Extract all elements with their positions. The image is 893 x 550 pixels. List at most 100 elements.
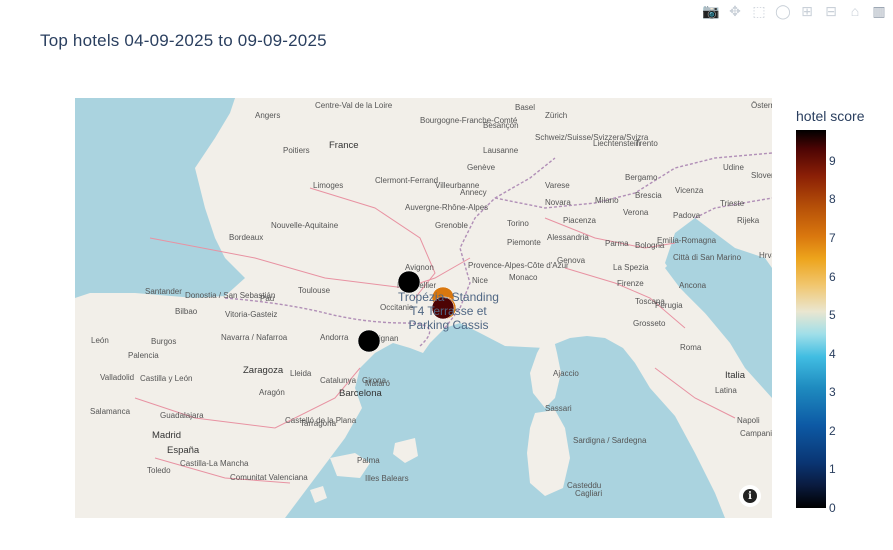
colorbar-tick-label: 8	[829, 192, 836, 207]
place-label: Basel	[515, 103, 535, 112]
place-label: Grosseto	[633, 319, 666, 328]
place-label: La Spezia	[613, 263, 649, 272]
place-label: Österreich	[751, 101, 772, 110]
place-label: Piemonte	[507, 238, 541, 247]
place-label: Andorra	[320, 333, 349, 342]
place-label: Trieste	[720, 199, 745, 208]
place-label: Barcelona	[339, 388, 382, 399]
info-icon: i	[743, 489, 757, 503]
page-title: Top hotels 04-09-2025 to 09-09-2025	[40, 31, 327, 50]
place-label: Madrid	[152, 430, 181, 441]
modebar: 📷 ✥ ⬚ ◯ ⊞ ⊟ ⌂ ▥	[701, 2, 889, 20]
colorbar-tick-label: 6	[829, 269, 836, 284]
colorbar-tick-label: 9	[829, 153, 836, 168]
place-label: Città di San Marino	[673, 253, 742, 262]
place-label: Illes Balears	[365, 474, 409, 483]
place-label: Parma	[605, 239, 629, 248]
hover-label-line: Tropézia- Standing	[398, 290, 499, 304]
place-label: Avignon	[405, 263, 434, 272]
place-label: Bologna	[635, 241, 665, 250]
place-label: Ancona	[679, 281, 707, 290]
place-label: Mataró	[365, 379, 390, 388]
place-label: Varese	[545, 181, 570, 190]
place-label: Latina	[715, 386, 737, 395]
colorbar-title: hotel score	[796, 108, 865, 124]
place-label: France	[329, 140, 359, 151]
place-label: Verona	[623, 208, 649, 217]
place-label: Grenoble	[435, 221, 468, 230]
colorbar-tick-label: 3	[829, 385, 836, 400]
pan-icon[interactable]: ✥	[725, 2, 745, 20]
place-label: Poitiers	[283, 146, 310, 155]
place-label: Comunitat Valenciana	[230, 473, 308, 482]
place-label: Castilla-La Mancha	[180, 459, 249, 468]
place-label: Bordeaux	[229, 233, 263, 242]
colorbar-tick-label: 2	[829, 423, 836, 438]
place-label: Monaco	[509, 273, 538, 282]
place-label: Brescia	[635, 191, 662, 200]
place-label: Palencia	[128, 351, 159, 360]
place-label: Toulouse	[298, 286, 331, 295]
place-label: Udine	[723, 163, 744, 172]
place-label: Toledo	[147, 466, 171, 475]
place-label: Castilla y León	[140, 374, 192, 383]
place-label: España	[167, 445, 200, 456]
place-label: Napoli	[737, 416, 760, 425]
place-label: Padova	[673, 211, 701, 220]
place-label: Sassari	[545, 404, 572, 413]
place-label: Angers	[255, 111, 280, 120]
place-label: Milano	[595, 196, 619, 205]
place-label: Firenze	[617, 279, 644, 288]
hover-label: Tropézia- Standing T4 Terrasse et Parkin…	[398, 290, 499, 332]
hover-label-line: T4 Terrasse et	[410, 304, 487, 318]
place-label: Cagliari	[575, 489, 602, 498]
place-label: Trento	[635, 139, 658, 148]
place-label: Bergamo	[625, 173, 658, 182]
place-label: Perugia	[655, 301, 683, 310]
place-label: Alessandria	[547, 233, 589, 242]
plotly-logo-icon[interactable]: ▥	[869, 2, 889, 20]
box-select-icon[interactable]: ⬚	[749, 2, 769, 20]
place-label: Vicenza	[675, 186, 704, 195]
place-label: Roma	[680, 343, 702, 352]
place-label: Navarra / Nafarroa	[221, 333, 288, 342]
place-label: Slovenija	[751, 171, 772, 180]
place-label: Centre-Val de la Loire	[315, 101, 393, 110]
zoom-in-icon[interactable]: ⊞	[797, 2, 817, 20]
colorbar	[796, 130, 826, 508]
place-label: Rijeka	[737, 216, 760, 225]
place-label: Vitoria-Gasteiz	[225, 310, 277, 319]
place-label: Guadalajara	[160, 411, 204, 420]
hotel-marker[interactable]	[357, 329, 381, 353]
place-label: Valladolid	[100, 373, 134, 382]
place-label: Lleida	[290, 369, 312, 378]
place-label: Genève	[467, 163, 496, 172]
zoom-out-icon[interactable]: ⊟	[821, 2, 841, 20]
place-label: Catalunya	[320, 376, 357, 385]
place-label: Casteddu	[567, 481, 601, 490]
place-label: Salamanca	[90, 407, 131, 416]
attribution-info-button[interactable]: i	[739, 485, 761, 507]
map-panel[interactable]: Angers Centre-Val de la Loire Bourgogne-Fr…	[75, 98, 772, 518]
place-label: Novara	[545, 198, 571, 207]
place-label: Italia	[725, 370, 746, 381]
colorbar-tick-label: 0	[829, 501, 836, 515]
place-label: Lausanne	[483, 146, 519, 155]
place-label: Santander	[145, 287, 182, 296]
place-label: Nice	[472, 276, 489, 285]
home-icon[interactable]: ⌂	[845, 2, 865, 20]
place-label: Clermont-Ferrand	[375, 176, 438, 185]
place-label: Pau	[260, 294, 274, 303]
lasso-icon[interactable]: ◯	[773, 2, 793, 20]
place-label: Ajaccio	[553, 369, 579, 378]
colorbar-tick-label: 7	[829, 231, 836, 245]
place-label: León	[91, 336, 109, 345]
place-label: Aragón	[259, 388, 285, 397]
place-label: Emilia-Romagna	[657, 236, 717, 245]
place-label: Torino	[507, 219, 529, 228]
place-label: Hrvatska	[759, 251, 772, 260]
camera-icon[interactable]: 📷	[701, 2, 721, 20]
place-label: Limoges	[313, 181, 343, 190]
place-label: Castelló de la Plana	[285, 416, 357, 425]
place-label: Provence-Alpes-Côte d'Azur	[468, 261, 569, 270]
